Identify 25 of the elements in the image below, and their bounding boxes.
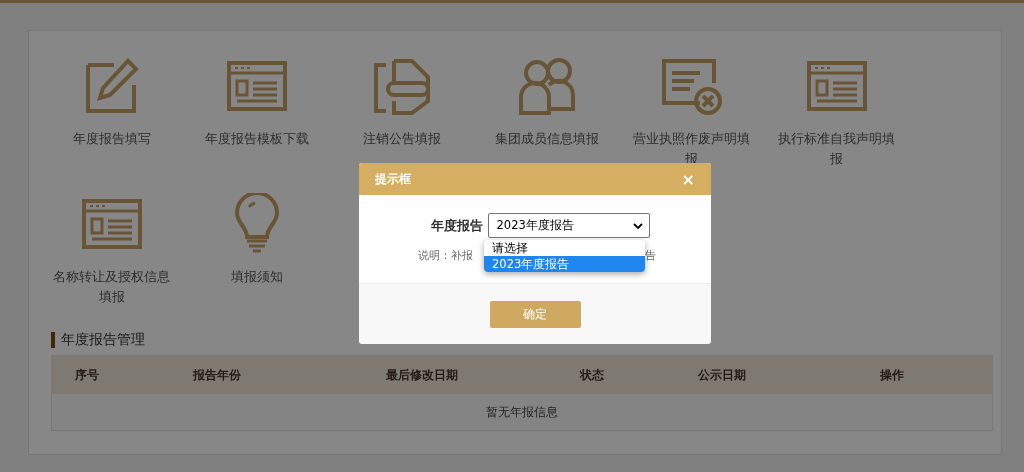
column-header: 操作: [880, 366, 904, 384]
column-header: 序号: [75, 366, 99, 384]
field-label: 年度报告: [430, 216, 483, 235]
service-link[interactable]: 名称转让及授权信息填报: [52, 267, 171, 307]
service-link[interactable]: 注销公告填报: [342, 129, 461, 149]
section-title: 年度报告管理: [61, 331, 145, 349]
column-header: 最后修改日期: [386, 366, 458, 384]
service-link[interactable]: 集团成员信息填报: [487, 129, 606, 149]
column-header: 状态: [580, 366, 604, 384]
column-header: 公示日期: [698, 366, 746, 384]
note-text: 告: [645, 248, 656, 263]
report-select[interactable]: 2023年度报告: [487, 213, 650, 238]
column-header: 报告年份: [193, 366, 241, 384]
section-marker: [51, 332, 55, 348]
chevron-icon: [632, 222, 643, 229]
service-link[interactable]: 年度报告模板下载: [197, 129, 316, 149]
dialog-title: 提示框: [375, 170, 411, 188]
service-link[interactable]: 执行标准自我声明填报: [777, 129, 896, 169]
dropdown-option[interactable]: 请选择: [484, 240, 645, 256]
service-link[interactable]: 填报须知: [197, 267, 316, 287]
confirm-button[interactable]: 确定: [489, 300, 581, 328]
service-link[interactable]: 年度报告填写: [52, 129, 171, 149]
close-button[interactable]: ×: [681, 169, 695, 189]
note-text: 说明：补报: [418, 248, 473, 263]
dropdown-option[interactable]: 2023年度报告: [484, 256, 645, 272]
